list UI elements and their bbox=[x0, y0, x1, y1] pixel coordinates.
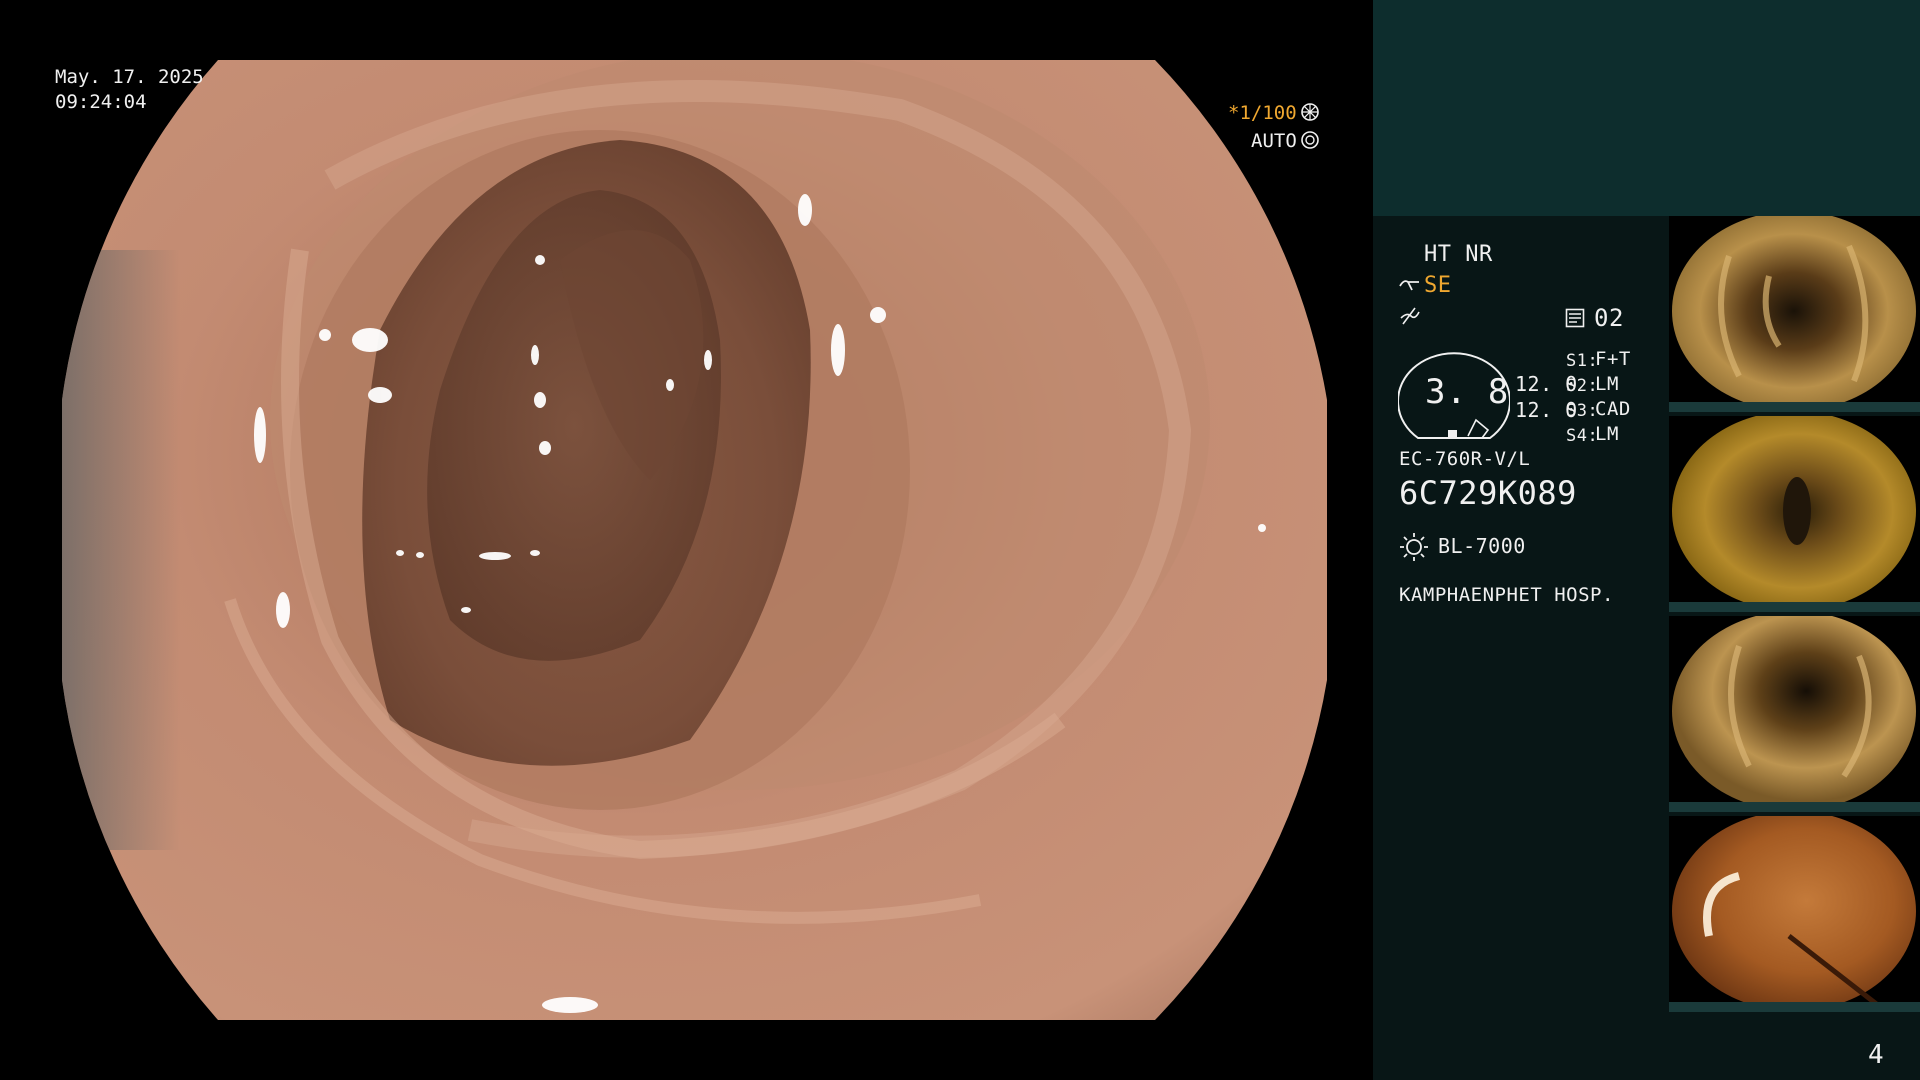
light-source: BL-7000 bbox=[1438, 534, 1526, 558]
s3-label: S3: bbox=[1566, 401, 1599, 421]
s4-value: LM bbox=[1595, 423, 1619, 445]
aperture-icon bbox=[1301, 103, 1319, 121]
osd-date: May. 17. 2025 bbox=[55, 66, 204, 88]
endoscopic-image: May. 17. 2025 09:24:04 *1/100 AUTO bbox=[55, 60, 1327, 1020]
memo-icon bbox=[1565, 308, 1585, 332]
zoom-gauge: 3. 8 bbox=[1398, 350, 1510, 440]
s4-label: S4: bbox=[1566, 426, 1599, 446]
panel-header-area bbox=[1373, 0, 1920, 216]
thumbnail-image[interactable] bbox=[1669, 616, 1920, 812]
s3-value: CAD bbox=[1595, 398, 1631, 420]
squiggle-icon bbox=[1399, 306, 1421, 330]
page-number: 4 bbox=[1868, 1040, 1885, 1070]
ht-nr-status: HT NR bbox=[1424, 242, 1493, 267]
filter-icon bbox=[1399, 276, 1421, 298]
info-side-panel: HT NR SE 02 3. 8 12. 0 12. 0 S1: F+T S2:… bbox=[1373, 0, 1920, 1080]
thumbnail-image[interactable] bbox=[1669, 816, 1920, 1012]
thumbnail-image[interactable] bbox=[1669, 216, 1920, 412]
hospital-name: KAMPHAENPHET HOSP. bbox=[1399, 584, 1614, 606]
osd-shutter: *1/100 bbox=[1228, 102, 1297, 124]
sun-icon bbox=[1399, 532, 1429, 566]
s1-label: S1: bbox=[1566, 351, 1599, 371]
s2-value: LM bbox=[1595, 373, 1619, 395]
thumbnail-image[interactable] bbox=[1669, 416, 1920, 612]
s1-value: F+T bbox=[1595, 348, 1631, 370]
osd-time: 09:24:04 bbox=[55, 91, 147, 113]
osd-iris-mode: AUTO bbox=[1251, 130, 1297, 152]
se-mode: SE bbox=[1424, 273, 1452, 298]
channel-number: 02 bbox=[1594, 304, 1624, 332]
scope-info-column: HT NR SE 02 3. 8 12. 0 12. 0 S1: F+T S2:… bbox=[1373, 216, 1669, 1080]
endoscope-main-view: May. 17. 2025 09:24:04 *1/100 AUTO bbox=[0, 0, 1373, 1080]
iris-icon bbox=[1301, 131, 1319, 149]
s2-label: S2: bbox=[1566, 376, 1599, 396]
captured-thumbnails bbox=[1669, 216, 1920, 1016]
scope-model: EC-760R-V/L bbox=[1399, 448, 1531, 470]
scope-serial: 6C729K089 bbox=[1399, 474, 1577, 512]
gauge-value: 3. 8 bbox=[1425, 372, 1509, 412]
